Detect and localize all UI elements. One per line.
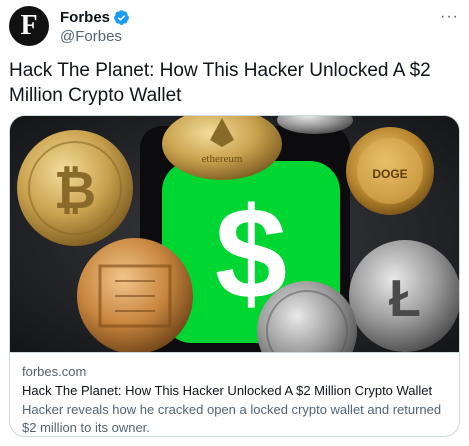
svg-text:ethereum: ethereum [202,153,243,165]
link-card[interactable]: $ ethereum ₿ DOGE Ł forbes.com Hack The … [9,115,460,437]
card-image[interactable]: $ ethereum ₿ DOGE Ł [10,116,459,352]
svg-text:₿: ₿ [54,162,96,220]
svg-text:DOGE: DOGE [372,167,407,181]
card-image-illustration: $ ethereum ₿ DOGE Ł [10,116,459,352]
more-horizontal-icon[interactable]: ··· [440,8,459,26]
card-domain: forbes.com [22,364,87,379]
display-name[interactable]: Forbes [60,8,110,27]
tweet-text: Hack The Planet: How This Hacker Unlocke… [9,60,431,106]
avatar[interactable]: F [9,6,49,46]
display-name-row: Forbes [60,8,130,27]
author-info: Forbes @Forbes [60,8,130,46]
tweet-header: F Forbes @Forbes ··· [9,6,459,50]
verified-badge-icon [113,9,130,26]
card-description: Hacker reveals how he cracked open a loc… [22,402,442,435]
card-title[interactable]: Hack The Planet: How This Hacker Unlocke… [22,382,449,400]
svg-text:Ł: Ł [389,270,421,328]
handle[interactable]: @Forbes [60,27,130,46]
card-meta: forbes.com Hack The Planet: How This Hac… [10,352,459,436]
